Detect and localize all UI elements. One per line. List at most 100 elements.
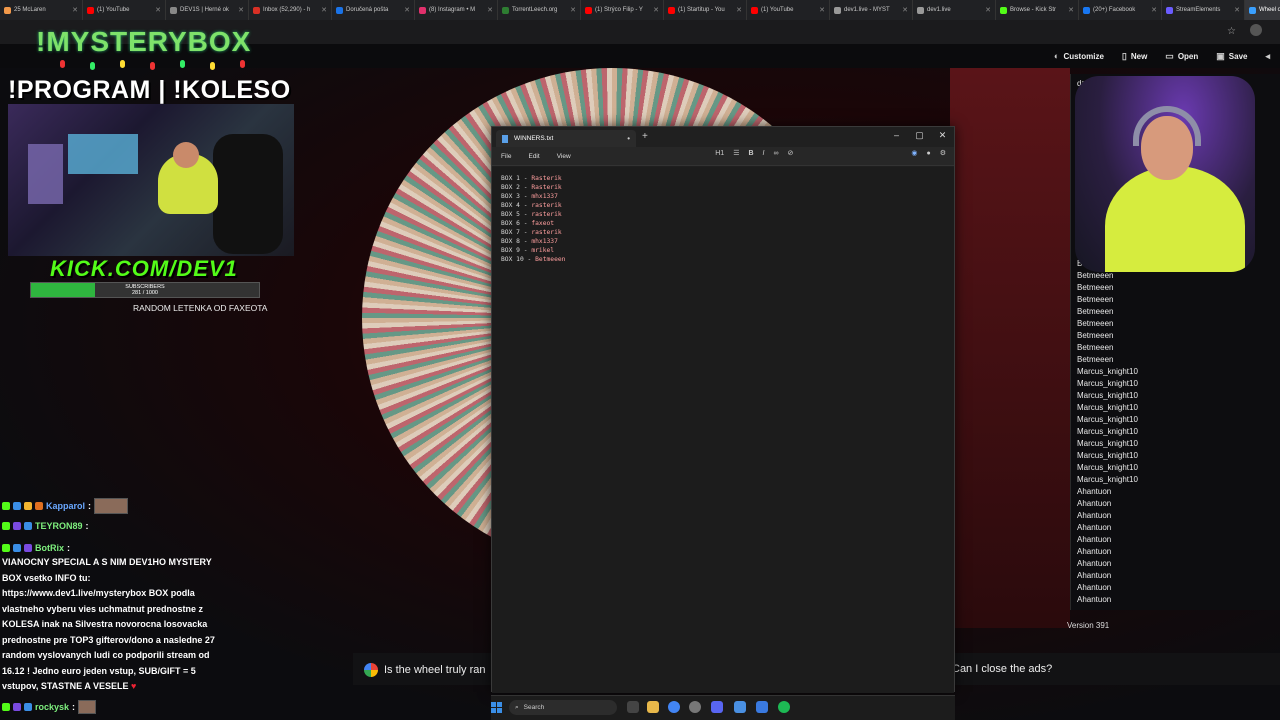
close-tab-icon[interactable]: ✕ [153, 6, 161, 14]
browser-tab[interactable]: Inbox (52,290) - h ✕ [249, 0, 332, 20]
chat-separator: : [85, 521, 89, 531]
kick-badge-icon [2, 544, 10, 552]
name-entry: Marcus_knight10 [1077, 379, 1138, 388]
browser-tab[interactable]: DEV1S | Herné ok ✕ [166, 0, 249, 20]
browser-tab-label: (8) Instagram • M [429, 7, 476, 13]
name-entry: Marcus_knight10 [1077, 367, 1138, 376]
browser-tab[interactable]: dev1.live ✕ [913, 0, 996, 20]
name-entry: Ahantuon [1077, 571, 1112, 580]
browser-tab[interactable]: Browse - Kick Str ✕ [996, 0, 1079, 20]
spotify-icon[interactable] [778, 701, 790, 713]
browser-tab[interactable]: dev1.live - MYST ✕ [830, 0, 913, 20]
heading-dropdown[interactable]: H1 [715, 150, 724, 157]
windows-start-icon[interactable] [491, 702, 502, 713]
close-tab-icon[interactable]: ✕ [1149, 6, 1157, 14]
close-tab-icon[interactable]: ✕ [983, 6, 991, 14]
link-icon[interactable]: ∞ [774, 150, 779, 157]
google-icon [364, 663, 378, 677]
copilot-icon[interactable]: ◉ [911, 149, 917, 157]
close-tab-icon[interactable]: ✕ [70, 6, 78, 14]
close-tab-icon[interactable]: ✕ [319, 6, 327, 14]
browser-tab[interactable]: (8) Instagram • M ✕ [415, 0, 498, 20]
close-tab-icon[interactable]: • [627, 134, 630, 143]
faq-question-1[interactable]: Is the wheel truly ran [364, 663, 486, 677]
obs-icon[interactable] [689, 701, 701, 713]
name-entry: Ahantuon [1077, 583, 1112, 592]
taskbar-search[interactable]: ⌕ Search [509, 700, 617, 715]
winner-name: mrikel [531, 247, 555, 254]
new-button[interactable]: ▯ New [1122, 51, 1147, 62]
browser-tab[interactable]: 25 McLaren ✕ [0, 0, 83, 20]
profile-icon[interactable]: ● [926, 150, 930, 157]
menu-view[interactable]: View [557, 153, 571, 160]
browser-tab[interactable]: TorrentLeech.org ✕ [498, 0, 581, 20]
menu-edit[interactable]: Edit [528, 153, 539, 160]
browser-tab[interactable]: (1) YouTube ✕ [747, 0, 830, 20]
close-tab-icon[interactable]: ✕ [817, 6, 825, 14]
winner-line: BOX 2 - Rasterik [501, 183, 565, 192]
notepad-window[interactable]: WINNERS.txt • + – ▢ ✕ File Edit View H1 … [491, 126, 955, 693]
clear-format-icon[interactable]: ⊘ [788, 149, 794, 157]
notepad-tab[interactable]: WINNERS.txt • [496, 130, 636, 147]
browser-tab[interactable]: Wheel of Names✕ [1245, 0, 1280, 20]
close-tab-icon[interactable]: ✕ [900, 6, 908, 14]
close-icon[interactable]: ✕ [931, 127, 954, 143]
close-tab-icon[interactable]: ✕ [568, 6, 576, 14]
bot-badge-icon [13, 544, 21, 552]
subscriber-progress-label: SUBSCRIBERS 281 / 1000 [31, 284, 259, 296]
winner-name: rasterik [531, 202, 562, 209]
share-icon[interactable]: ◂ [1265, 51, 1270, 62]
profile-avatar[interactable] [1250, 24, 1262, 36]
chrome-icon[interactable] [668, 701, 680, 713]
browser-tab[interactable]: (1) Startitup - You ✕ [664, 0, 747, 20]
italic-icon[interactable]: I [763, 150, 765, 157]
close-tab-icon[interactable]: ✕ [485, 6, 493, 14]
bookmark-star-icon[interactable]: ☆ [1227, 26, 1236, 37]
browser-tab[interactable]: (20+) Facebook ✕ [1079, 0, 1162, 20]
browser-tab-label: (1) YouTube [97, 7, 130, 13]
notepad-icon[interactable] [734, 701, 746, 713]
close-tab-icon[interactable]: ✕ [734, 6, 742, 14]
tab-favicon-icon [1166, 6, 1173, 14]
close-tab-icon[interactable]: ✕ [651, 6, 659, 14]
box-label: BOX 5 - [501, 211, 532, 218]
close-tab-icon[interactable]: ✕ [236, 6, 244, 14]
list-icon[interactable]: ☰ [733, 149, 739, 157]
file-explorer-icon[interactable] [647, 701, 659, 713]
close-tab-icon[interactable]: ✕ [402, 6, 410, 14]
open-button[interactable]: ▭ Open [1165, 51, 1198, 62]
notepad-editor[interactable]: BOX 1 - Rasterik BOX 2 - Rasterik BOX 3 - … [492, 167, 954, 693]
browser-tab-label: (20+) Facebook [1093, 7, 1136, 13]
customize-button[interactable]: ◐ Customize [1054, 51, 1104, 61]
vip-badge-icon [24, 544, 32, 552]
maximize-icon[interactable]: ▢ [908, 127, 931, 143]
winner-name: faxeot [531, 220, 555, 227]
screen: 25 McLaren ✕ (1) YouTube ✕ DEV1S | Herné ok ✕… [0, 0, 1280, 720]
save-button[interactable]: ▣ Save [1216, 51, 1247, 62]
notepad-tab-title: WINNERS.txt [514, 135, 554, 142]
name-entry: Ahantuon [1077, 559, 1112, 568]
browser-tab[interactable]: (1) YouTube ✕ [83, 0, 166, 20]
close-tab-icon[interactable]: ✕ [1066, 6, 1074, 14]
settings-icon[interactable]: ⚙ [940, 149, 946, 157]
name-entry: Marcus_knight10 [1077, 475, 1138, 484]
browser-tab[interactable]: Doručená pošta ✕ [332, 0, 415, 20]
faq-question-2[interactable]: Can I close the ads? [952, 663, 1052, 675]
discord-icon[interactable] [711, 701, 723, 713]
browser-tab-label: StreamElements [1176, 7, 1221, 13]
new-tab-icon[interactable]: + [642, 131, 648, 142]
tab-favicon-icon [834, 6, 841, 14]
tab-favicon-icon [668, 6, 675, 14]
chat-message-text: VIANOCNY SPECIAL A S NIM DEV1HO MYSTERY … [2, 557, 215, 691]
vscode-icon[interactable] [756, 701, 768, 713]
name-entry: Betmeeen [1077, 355, 1114, 364]
name-entry: Marcus_knight10 [1077, 391, 1138, 400]
document-icon [502, 134, 508, 143]
task-view-icon[interactable] [627, 701, 639, 713]
minimize-icon[interactable]: – [885, 127, 908, 143]
menu-file[interactable]: File [501, 153, 511, 160]
close-tab-icon[interactable]: ✕ [1232, 6, 1240, 14]
bold-icon[interactable]: B [748, 150, 753, 157]
browser-tab[interactable]: (1) Strýco Filip - Y ✕ [581, 0, 664, 20]
browser-tab[interactable]: StreamElements ✕ [1162, 0, 1245, 20]
